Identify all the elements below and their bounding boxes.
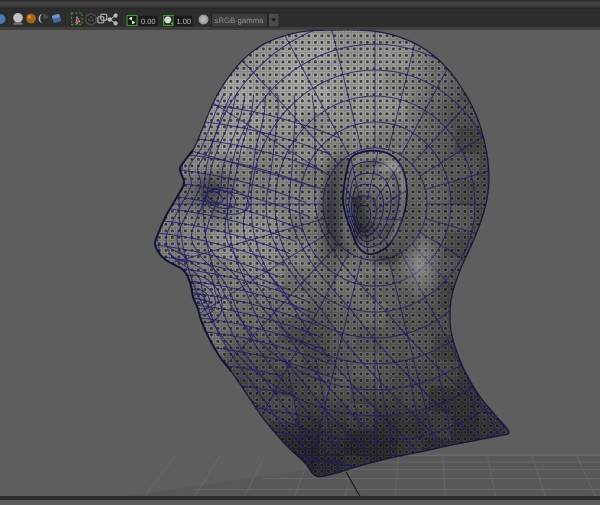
svg-text:sRGB gamma: sRGB gamma <box>215 16 265 25</box>
svg-text:1.00: 1.00 <box>177 17 192 26</box>
svg-text:0.00: 0.00 <box>141 17 156 26</box>
